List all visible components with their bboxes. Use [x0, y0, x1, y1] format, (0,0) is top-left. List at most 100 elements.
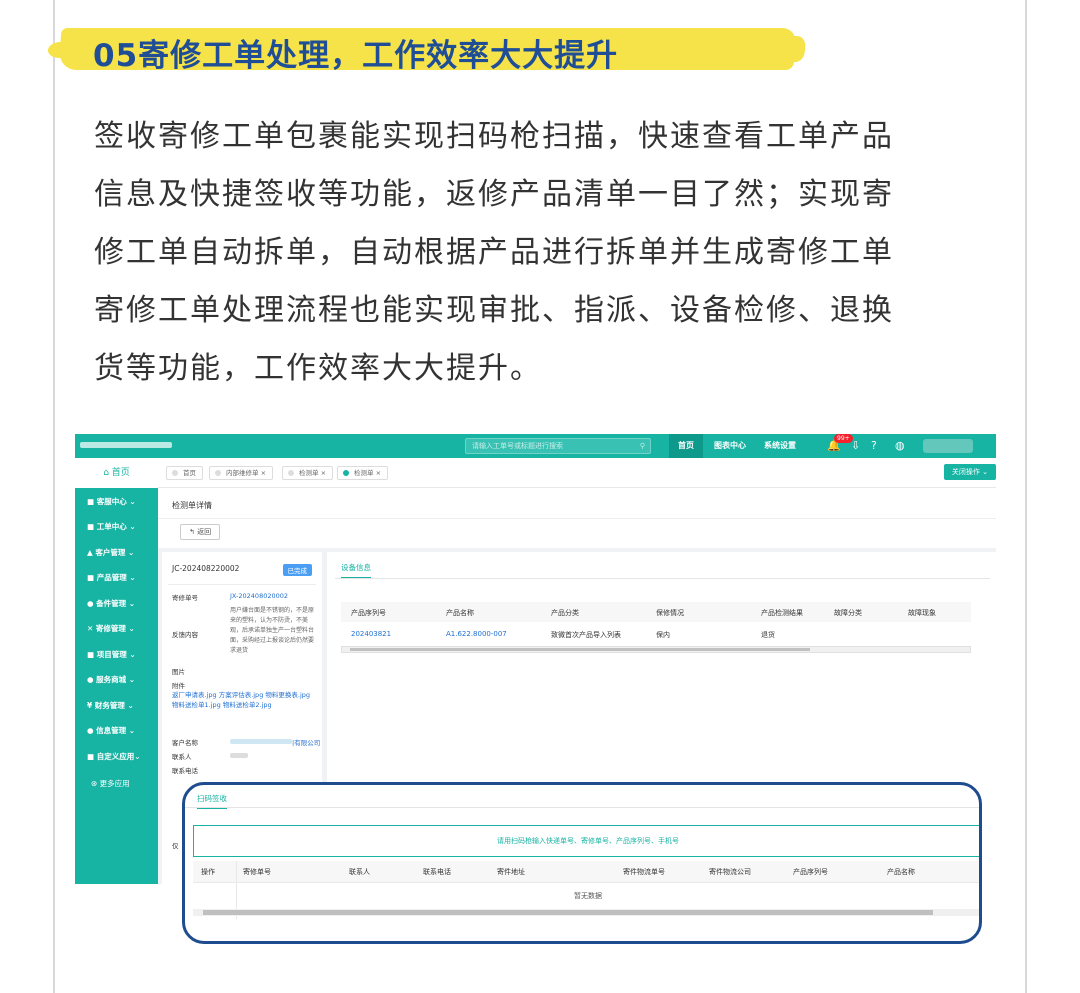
sidebar-item-label: 备件管理 — [96, 599, 127, 608]
extra-label: 仅 — [172, 842, 179, 850]
globe-icon[interactable]: ◍ — [895, 439, 905, 452]
tab-home[interactable]: 首页 — [166, 466, 203, 480]
sidebar-item-label: 项目管理 — [96, 650, 127, 659]
sidebar-item-finance[interactable]: ¥ 财务管理 ⌄ — [87, 700, 134, 711]
sidebar-item-projects[interactable]: ■ 项目管理 ⌄ — [87, 649, 136, 660]
tab-label: 检测单 — [354, 469, 374, 477]
sidebar-item-info[interactable]: ● 信息管理 ⌄ — [87, 725, 135, 736]
table-cell: 致微首次产品导入列表 — [551, 631, 621, 639]
close-operations-button[interactable]: 关闭操作 ⌄ — [943, 464, 996, 480]
table-cell[interactable]: A1.622.8000-007 — [446, 630, 507, 638]
back-button[interactable]: ↰ 返回 — [180, 524, 221, 540]
top-bar: 请输入工单号或标题进行搜索 ⚲ 首页 图表中心 系统设置 🔔 99+ ⇩ ? ◍ — [75, 434, 996, 458]
column-header: 产品名称 — [887, 868, 915, 876]
back-label: 返回 — [197, 528, 212, 536]
customer-label: 客户名称 — [172, 739, 198, 747]
search-placeholder: 请输入工单号或标题进行搜索 — [472, 442, 563, 450]
sidebar-item-label: 工单中心 — [96, 522, 127, 531]
scrollbar-thumb[interactable] — [350, 648, 810, 651]
status-badge: 已完成 — [282, 564, 312, 576]
paragraph-line: 信息及快捷签收等功能，返修产品清单一目了然；实现寄 — [94, 177, 894, 212]
search-icon[interactable]: ⚲ — [640, 439, 645, 453]
sidebar-item-more-apps[interactable]: ⊛ 更多应用 — [91, 778, 130, 789]
divider — [168, 584, 316, 585]
repair-no-link[interactable]: JX-202408020002 — [230, 592, 288, 600]
empty-state: 暂无数据 — [574, 892, 602, 900]
horizontal-scrollbar[interactable] — [193, 909, 979, 916]
tab-inspection-active[interactable]: 检测单 × — [337, 466, 389, 480]
sidebar-item-repair[interactable]: ✕ 寄修管理 ⌄ — [87, 623, 135, 634]
paragraph-line: 寄修工单处理流程也能实现审批、指派、设备检修、退换 — [94, 293, 894, 328]
sidebar-item-label: 寄修管理 — [95, 624, 126, 633]
sidebar-item-mall[interactable]: ● 服务商城 ⌄ — [87, 674, 135, 685]
tab-internal-repair[interactable]: 内部维修单 × — [209, 466, 274, 480]
order-id: JC-202408220002 — [172, 564, 240, 573]
column-header: 产品检测结果 — [761, 609, 803, 617]
divider — [158, 518, 996, 519]
tab-inspection[interactable]: 检测单 × — [282, 466, 334, 480]
sidebar-item-label: 客服中心 — [96, 497, 127, 506]
notification-badge: 99+ — [834, 434, 853, 443]
nav-home[interactable]: 首页 — [669, 434, 703, 458]
tab-device-info[interactable]: 设备信息 — [341, 562, 371, 579]
phone-label: 联系电话 — [172, 767, 198, 775]
customer-name-blur — [230, 739, 292, 744]
column-header: 故障分类 — [834, 609, 862, 617]
paragraph-line: 签收寄修工单包裹能实现扫码枪扫描，快速查看工单产品 — [94, 119, 894, 154]
feedback-label: 反馈内容 — [172, 631, 198, 639]
column-header: 寄件地址 — [497, 868, 525, 876]
table-cell[interactable]: 202403821 — [351, 630, 391, 638]
column-header: 故障现象 — [908, 609, 936, 617]
column-header: 产品序列号 — [793, 868, 828, 876]
horizontal-scrollbar[interactable] — [341, 646, 971, 653]
sidebar-item-products[interactable]: ■ 产品管理 ⌄ — [87, 572, 136, 583]
scrollbar-thumb[interactable] — [203, 910, 933, 915]
column-header: 产品序列号 — [351, 609, 386, 617]
scan-input[interactable]: 请用扫码枪输入快递单号、寄修单号、产品序列号、手机号 — [193, 825, 979, 857]
sidebar-item-label: 自定义应用 — [96, 752, 135, 761]
logo — [80, 442, 172, 448]
column-header: 产品名称 — [446, 609, 474, 617]
nav-settings[interactable]: 系统设置 — [755, 434, 805, 458]
column-header: 寄修单号 — [243, 868, 271, 876]
sidebar-item-parts[interactable]: ● 备件管理 ⌄ — [87, 598, 135, 609]
contact-blur — [230, 753, 248, 758]
sidebar-item-label: 更多应用 — [99, 779, 130, 788]
sidebar-item-service[interactable]: ■ 客服中心 ⌄ — [87, 496, 136, 507]
nav-charts[interactable]: 图表中心 — [705, 434, 755, 458]
table-row[interactable]: 202403821 A1.622.8000-007 致微首次产品导入列表 保内 … — [341, 624, 971, 644]
sidebar-item-label: 产品管理 — [96, 573, 127, 582]
detail-header: 检测单详情 ↰ 返回 — [158, 488, 996, 548]
tabs-bar: 首页 内部维修单 × 检测单 × 检测单 × 关闭操作 ⌄ — [158, 458, 996, 488]
table-header: 操作 寄修单号 联系人 联系电话 寄件地址 寄件物流单号 寄件物流公司 产品序列… — [193, 861, 979, 883]
attachment-label: 附件 — [172, 682, 185, 690]
table-header: 产品序列号 产品名称 产品分类 保修情况 产品检测结果 故障分类 故障现象 — [341, 602, 971, 622]
search-input[interactable]: 请输入工单号或标题进行搜索 ⚲ — [465, 438, 651, 454]
sidebar-item-customers[interactable]: ▲ 客户管理 ⌄ — [87, 547, 134, 558]
sidebar-home[interactable]: ⌂ 首页 — [75, 458, 158, 488]
help-icon[interactable]: ? — [871, 439, 877, 452]
sidebar-item-custom-apps[interactable]: ■ 自定义应用⌄ — [87, 751, 141, 762]
scan-receive-panel: 扫码签收 请用扫码枪输入快递单号、寄修单号、产品序列号、手机号 操作 寄修单号 … — [182, 782, 982, 944]
sidebar-item-tickets[interactable]: ■ 工单中心 ⌄ — [87, 521, 136, 532]
image-label: 图片 — [172, 668, 185, 676]
feedback-text: 用户嫌台面是不锈钢的，不是原来的塑料，认为不防烫，不美观，后承诺单独生产一台塑料… — [230, 607, 315, 654]
table-cell: 退货 — [761, 631, 775, 639]
avatar[interactable] — [923, 439, 973, 453]
scan-table: 操作 寄修单号 联系人 联系电话 寄件地址 寄件物流单号 寄件物流公司 产品序列… — [193, 861, 979, 919]
description-paragraph: 签收寄修工单包裹能实现扫码枪扫描，快速查看工单产品 信息及快捷签收等功能，返修产… — [94, 108, 994, 398]
heading-text: 05寄修工单处理，工作效率大大提升 — [93, 38, 619, 74]
divider — [185, 807, 979, 808]
attachment-links[interactable]: 返厂申请表.jpg 方案评估表.jpg 物料更换表.jpg 物料送检单1.jpg… — [172, 690, 314, 710]
sidebar-home-label: 首页 — [111, 468, 130, 478]
sidebar-item-label: 信息管理 — [96, 726, 127, 735]
tab-label: 检测单 — [299, 469, 319, 477]
column-header: 联系电话 — [423, 868, 451, 876]
sidebar: ⌂ 首页 ■ 客服中心 ⌄ ■ 工单中心 ⌄ ▲ 客户管理 ⌄ ■ 产品管理 ⌄… — [75, 458, 158, 884]
tab-label: 内部维修单 — [226, 469, 259, 477]
cloud-download-icon[interactable]: ⇩ — [851, 439, 860, 452]
sidebar-item-label: 财务管理 — [94, 701, 125, 710]
paragraph-line: 货等功能，工作效率大大提升。 — [94, 351, 542, 386]
contact-label: 联系人 — [172, 753, 192, 761]
page-title: 检测单详情 — [172, 501, 212, 510]
